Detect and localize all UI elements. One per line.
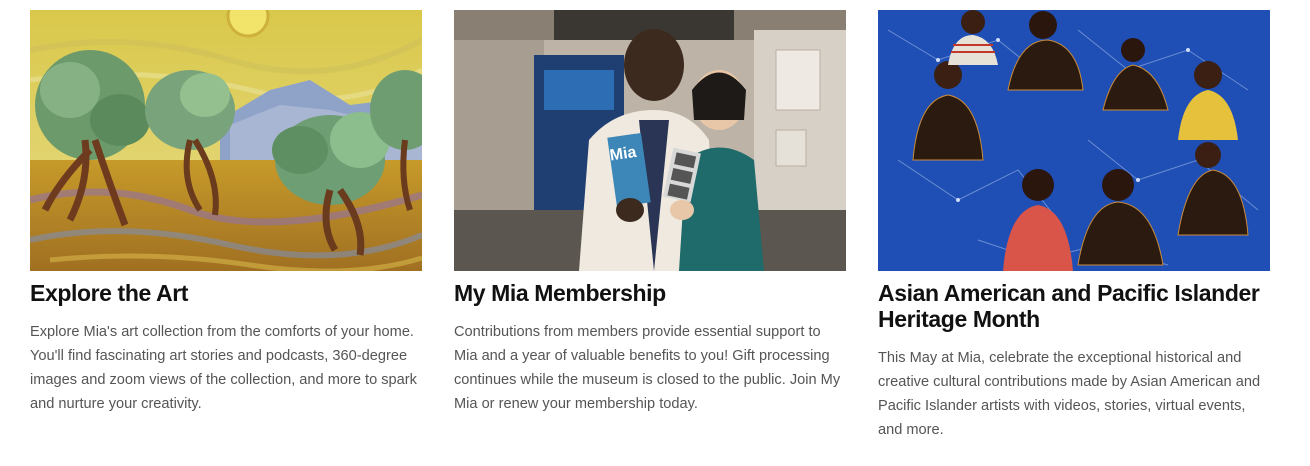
card-image-olive-trees[interactable]	[30, 10, 422, 271]
card-description: This May at Mia, celebrate the exception…	[878, 350, 1261, 438]
card-description: Explore Mia's art collection from the co…	[30, 324, 417, 412]
olive-trees-painting	[30, 10, 422, 271]
membership-photo: Mia	[454, 10, 846, 271]
aapi-painting	[878, 10, 1270, 271]
card-image-membership-photo[interactable]: Mia	[454, 10, 846, 271]
card-description: Contributions from members provide essen…	[454, 324, 841, 412]
card-aapi-heritage-month[interactable]: Asian American and Pacific Islander Heri…	[878, 10, 1270, 442]
card-my-mia-membership[interactable]: Mia My Mia Membership Contributions from…	[454, 10, 846, 442]
card-title[interactable]: Explore the Art	[30, 280, 422, 306]
card-title[interactable]: My Mia Membership	[454, 280, 846, 306]
card-image-aapi-painting[interactable]	[878, 10, 1270, 271]
card-title[interactable]: Asian American and Pacific Islander Heri…	[878, 280, 1270, 332]
card-explore-the-art[interactable]: Explore the Art Explore Mia's art collec…	[30, 10, 422, 442]
card-grid: Explore the Art Explore Mia's art collec…	[30, 10, 1270, 442]
